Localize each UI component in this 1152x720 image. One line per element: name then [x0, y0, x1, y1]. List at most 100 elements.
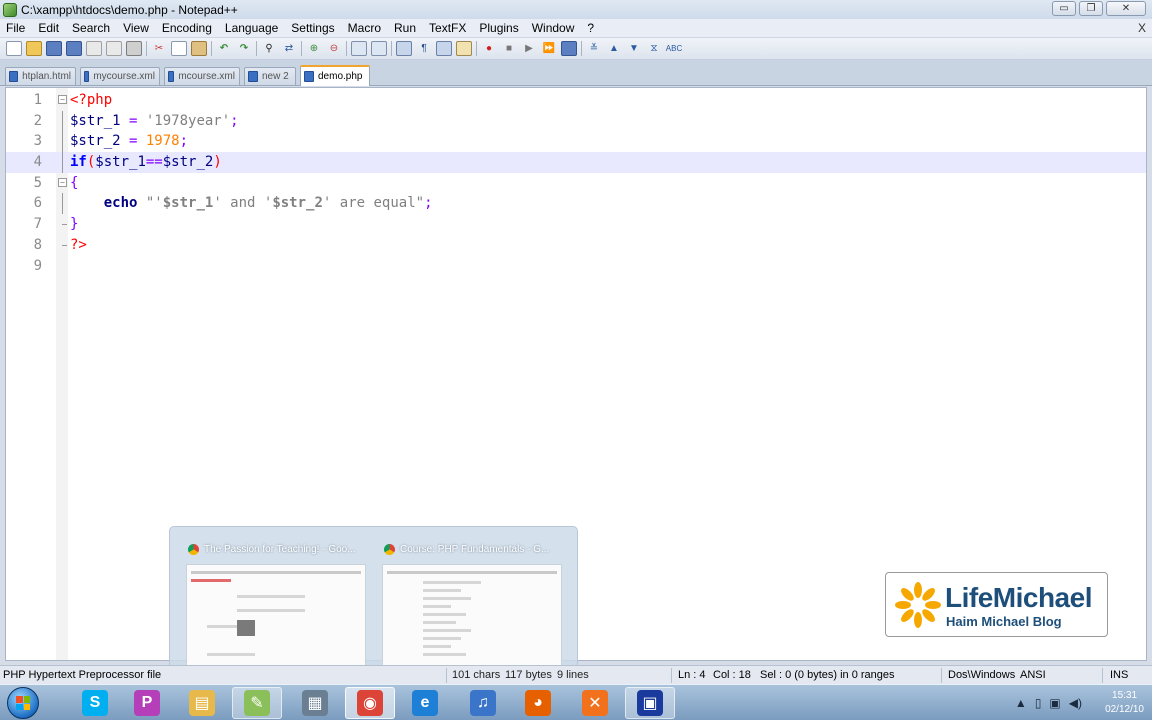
- code-token: $str_2: [70, 133, 121, 150]
- macro-stop-icon[interactable]: ■: [501, 41, 517, 56]
- maximize-button[interactable]: ❐: [1079, 1, 1103, 16]
- taskbar-notepadpp-button[interactable]: ✎: [232, 687, 282, 719]
- tray-volume-icon[interactable]: ◀): [1069, 696, 1082, 710]
- code-line[interactable]: 6 echo "'$str_1' and '$str_2' are equal"…: [6, 193, 1146, 215]
- code-line[interactable]: 9: [6, 256, 1146, 277]
- menu-file[interactable]: File: [6, 21, 25, 35]
- word-wrap-icon[interactable]: [396, 41, 412, 56]
- code-line[interactable]: 1 − <?php: [6, 90, 1146, 111]
- preview-item-title[interactable]: Course: PHP Fundamentals - G...: [384, 544, 549, 555]
- menu-textfx[interactable]: TextFX: [429, 21, 466, 35]
- show-all-chars-icon[interactable]: ¶: [416, 41, 432, 56]
- zoom-in-icon[interactable]: ⊕: [306, 41, 322, 56]
- move-down-icon[interactable]: ▼: [626, 41, 642, 56]
- code-line[interactable]: 4 if($str_1==$str_2): [6, 152, 1146, 173]
- move-up-icon[interactable]: ▲: [606, 41, 622, 56]
- code-line[interactable]: 2 $str_1 = '1978year';: [6, 110, 1146, 132]
- replace-icon[interactable]: ⇄: [281, 41, 297, 56]
- close-file-icon[interactable]: [86, 41, 102, 56]
- menu-edit[interactable]: Edit: [38, 21, 59, 35]
- close-button[interactable]: ✕: [1106, 1, 1146, 16]
- code-token: ' and ': [213, 195, 273, 212]
- tab-mcourse[interactable]: mcourse.xml: [164, 67, 240, 85]
- fold-toggle-icon[interactable]: −: [58, 95, 67, 104]
- preview-thumbnail[interactable]: [186, 564, 366, 669]
- menu-run[interactable]: Run: [394, 21, 416, 35]
- open-file-icon[interactable]: [26, 41, 42, 56]
- macro-play-multiple-icon[interactable]: ⏩: [541, 41, 557, 56]
- files-icon: ▦: [302, 690, 328, 716]
- preview-item-title[interactable]: The Passion for Teaching! - Goo...: [188, 544, 356, 555]
- taskbar-ie-button[interactable]: e: [400, 687, 450, 719]
- indent-guide-icon[interactable]: [436, 41, 452, 56]
- taskbar-itunes-button[interactable]: ♫: [458, 687, 508, 719]
- print-icon[interactable]: [126, 41, 142, 56]
- tab-new-2[interactable]: new 2: [244, 67, 296, 85]
- taskbar-files-button[interactable]: ▦: [290, 687, 340, 719]
- code-token: =: [120, 133, 146, 150]
- taskbar-vmware-button[interactable]: ▣: [625, 687, 675, 719]
- preview-thumbnail[interactable]: [382, 564, 562, 669]
- start-button[interactable]: [2, 685, 42, 720]
- taskbar-p-app-button[interactable]: P: [122, 687, 172, 719]
- menu-settings[interactable]: Settings: [291, 21, 334, 35]
- code-token: 1978: [145, 133, 180, 150]
- save-all-icon[interactable]: [66, 41, 82, 56]
- undo-icon[interactable]: ↶: [216, 41, 232, 56]
- fold-toggle-icon[interactable]: −: [58, 177, 67, 187]
- tray-expand-icon[interactable]: ▲: [1015, 696, 1027, 710]
- system-clock[interactable]: 15:31 02/12/10: [1105, 689, 1144, 717]
- code-line[interactable]: 3 $str_2 = 1978;: [6, 131, 1146, 153]
- toolbar-separator: [581, 41, 582, 56]
- macro-save-icon[interactable]: [561, 41, 577, 56]
- code-area[interactable]: 1− <?php 2 $str_1 = '1978year'; 3 $str_2 = 19…: [6, 90, 1146, 276]
- macro-record-icon[interactable]: ●: [481, 41, 497, 56]
- file-icon: [248, 71, 258, 82]
- code-line[interactable]: 5 −{: [6, 173, 1146, 194]
- code-line[interactable]: 7}: [6, 214, 1146, 235]
- fold-end-marker: [62, 244, 67, 246]
- taskbar-chrome-button[interactable]: ◉: [345, 687, 395, 719]
- menu-view[interactable]: View: [123, 21, 149, 35]
- toolbar-separator: [301, 41, 302, 56]
- user-lang-icon[interactable]: [456, 41, 472, 56]
- code-line[interactable]: 8 ?>: [6, 235, 1146, 256]
- taskbar-xampp-button[interactable]: ✕: [570, 687, 620, 719]
- taskbar-firefox-button[interactable]: ◕: [513, 687, 563, 719]
- new-file-icon[interactable]: [6, 41, 22, 56]
- menu-help[interactable]: ?: [587, 21, 594, 35]
- menu-encoding[interactable]: Encoding: [162, 21, 212, 35]
- tab-demo-php[interactable]: demo.php: [300, 65, 370, 86]
- copy-icon[interactable]: [171, 41, 187, 56]
- macro-play-icon[interactable]: ▶: [521, 41, 537, 56]
- cut-icon[interactable]: ✂: [151, 41, 167, 56]
- sync-horizontal-icon[interactable]: [371, 41, 387, 56]
- menu-plugins[interactable]: Plugins: [479, 21, 518, 35]
- preview-title-text: Course: PHP Fundamentals - G...: [400, 544, 550, 555]
- menu-language[interactable]: Language: [225, 21, 278, 35]
- spell-check-icon[interactable]: ABC: [666, 41, 682, 56]
- zoom-out-icon[interactable]: ⊖: [326, 41, 342, 56]
- explorer-icon: ▤: [189, 690, 215, 716]
- tray-network-icon[interactable]: ▣: [1049, 696, 1060, 710]
- menu-macro[interactable]: Macro: [348, 21, 381, 35]
- close-all-icon[interactable]: [106, 41, 122, 56]
- tab-htplan[interactable]: htplan.html: [5, 67, 76, 85]
- textfx-icon[interactable]: ⧖: [646, 41, 662, 56]
- find-icon[interactable]: ⚲: [261, 41, 277, 56]
- sync-vertical-icon[interactable]: [351, 41, 367, 56]
- sort-icon[interactable]: ≚: [586, 41, 602, 56]
- taskbar-explorer-button[interactable]: ▤: [177, 687, 227, 719]
- tab-label: mycourse.xml: [93, 71, 155, 82]
- paste-icon[interactable]: [191, 41, 207, 56]
- minimize-button[interactable]: ▭: [1052, 1, 1076, 16]
- menu-search[interactable]: Search: [72, 21, 110, 35]
- close-document-button[interactable]: X: [1138, 21, 1146, 35]
- taskbar-skype-button[interactable]: S: [70, 687, 120, 719]
- code-token: =: [120, 112, 146, 129]
- tab-mycourse[interactable]: mycourse.xml: [80, 67, 160, 85]
- save-icon[interactable]: [46, 41, 62, 56]
- menu-window[interactable]: Window: [532, 21, 575, 35]
- redo-icon[interactable]: ↷: [236, 41, 252, 56]
- tray-device-icon[interactable]: ▯: [1035, 696, 1042, 710]
